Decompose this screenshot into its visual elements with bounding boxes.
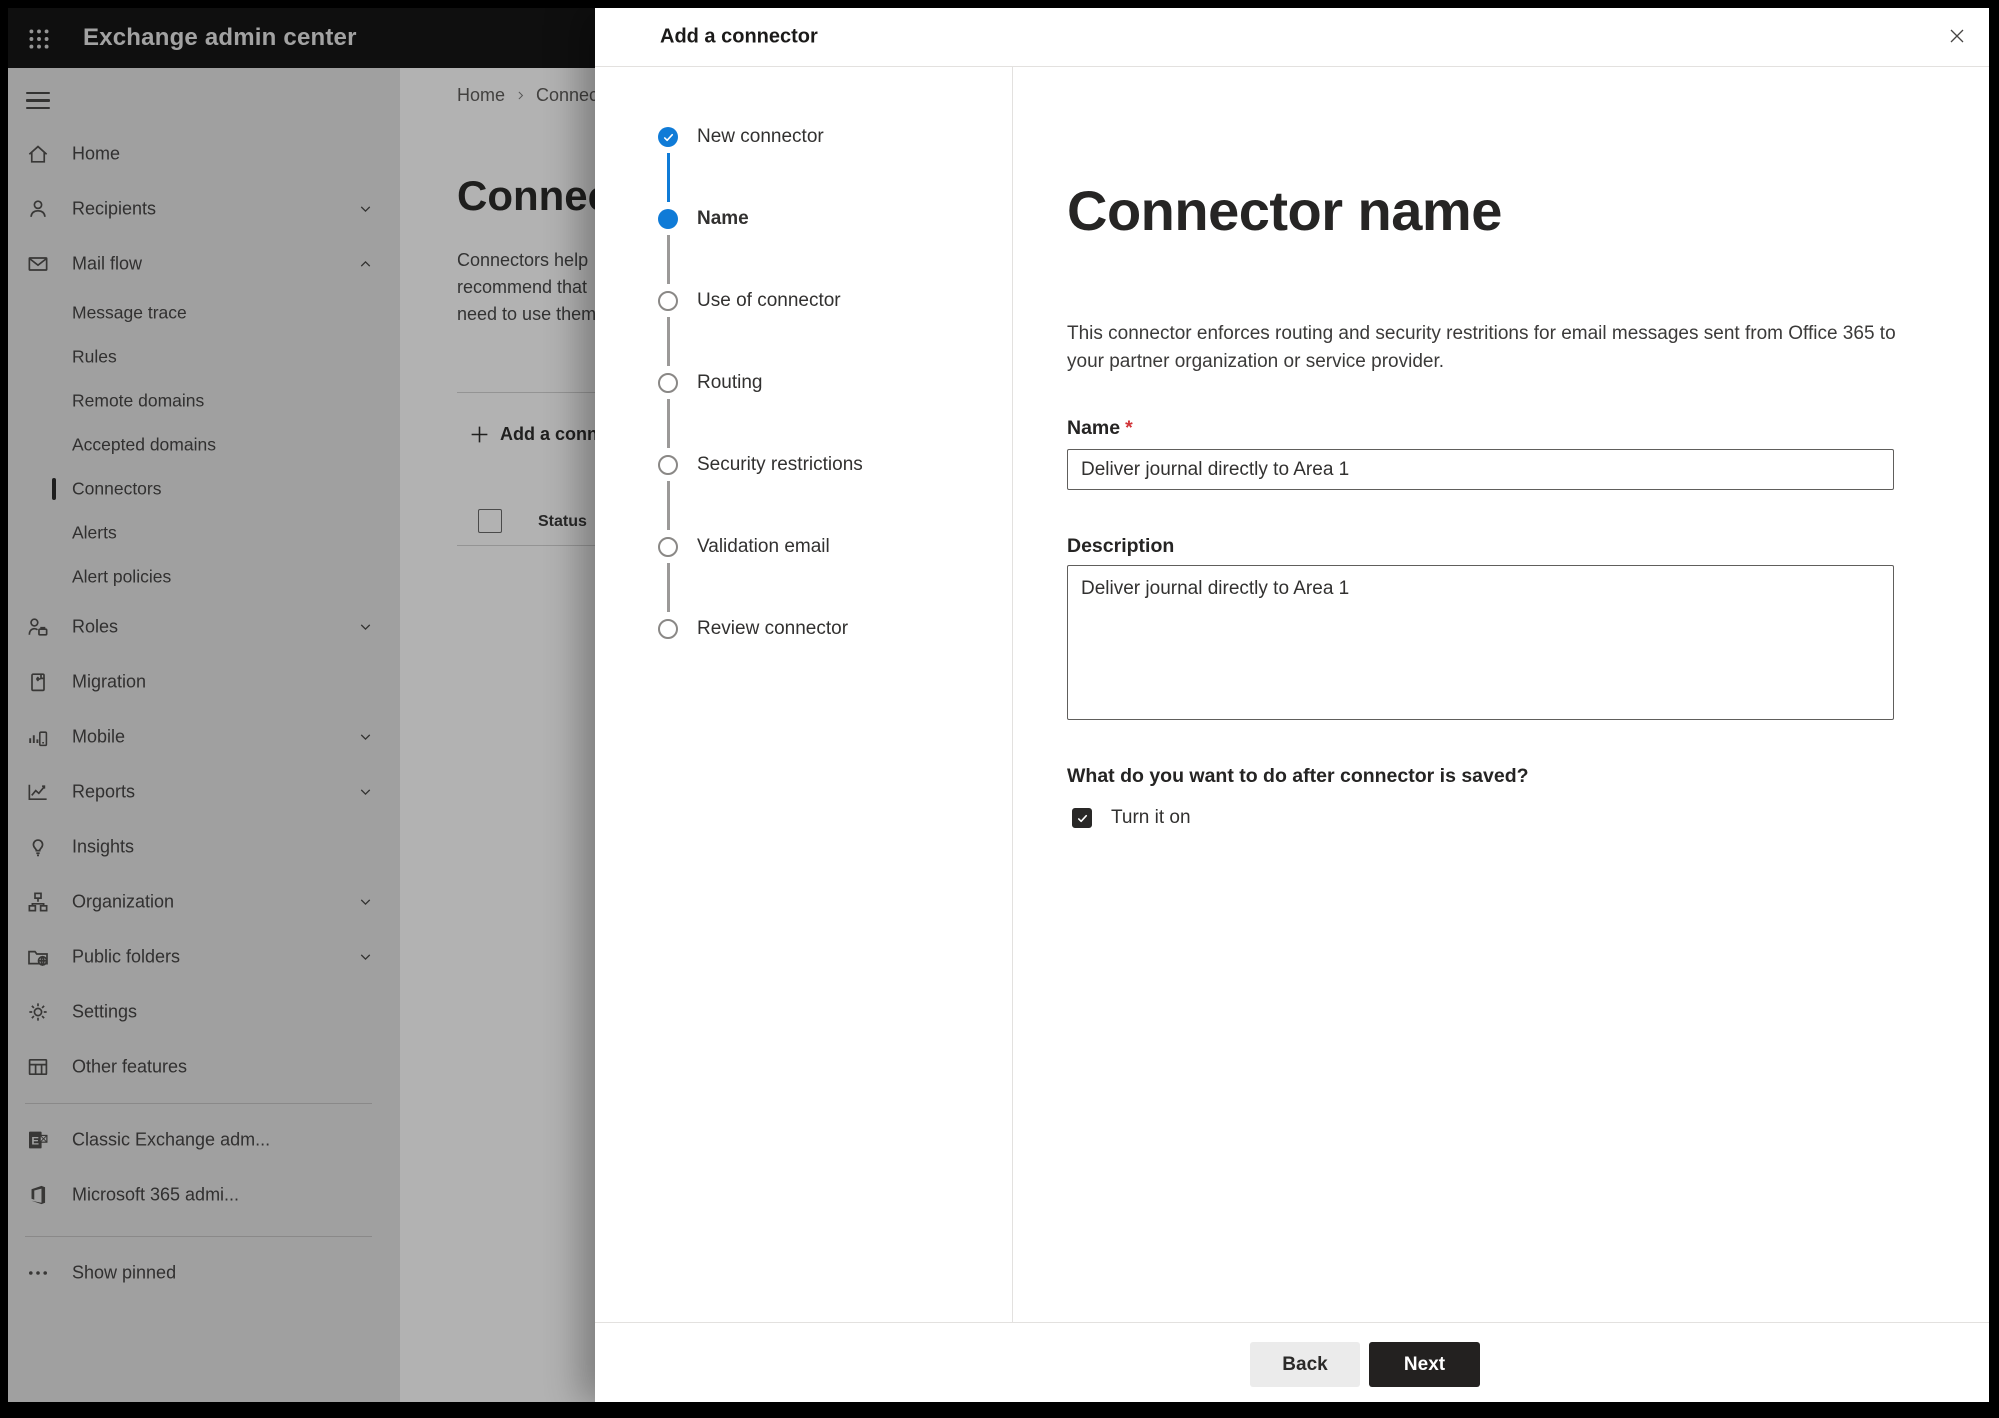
step-connector-line <box>667 399 670 448</box>
turn-it-on-label: Turn it on <box>1111 807 1191 828</box>
check-icon <box>662 131 675 144</box>
step-connector-line <box>667 481 670 530</box>
step-circle <box>658 291 678 311</box>
turn-it-on-row: Turn it on <box>1072 807 1191 829</box>
add-connector-dialog: Add a connector New connector Name Use o… <box>595 8 1989 1402</box>
step-circle <box>658 373 678 393</box>
wizard-step-name[interactable]: Name <box>595 208 1012 291</box>
step-connector-line <box>667 235 670 284</box>
required-marker: * <box>1125 417 1133 439</box>
step-connector-line <box>667 317 670 366</box>
wizard-step-security-restrictions[interactable]: Security restrictions <box>595 454 1012 537</box>
exchange-admin-app: Exchange admin center Home Recipients Ma… <box>8 8 1989 1402</box>
connector-name-input[interactable] <box>1067 449 1894 490</box>
wizard-step-new-connector[interactable]: New connector <box>595 126 1012 209</box>
next-button[interactable]: Next <box>1369 1342 1480 1387</box>
back-button[interactable]: Back <box>1250 1342 1360 1387</box>
step-circle <box>658 209 678 229</box>
wizard-step-routing[interactable]: Routing <box>595 372 1012 455</box>
wizard-step-review-connector[interactable]: Review connector <box>595 618 1012 701</box>
step-connector-line <box>667 153 670 202</box>
wizard-steps: New connector Name Use of connector Rout… <box>595 66 1013 1323</box>
step-circle <box>658 537 678 557</box>
dialog-body: New connector Name Use of connector Rout… <box>595 66 1989 1323</box>
step-circle <box>658 455 678 475</box>
dialog-header: Add a connector <box>595 8 1989 67</box>
check-icon <box>1076 812 1089 825</box>
step-circle <box>658 619 678 639</box>
step-circle <box>658 127 678 147</box>
step-connector-line <box>667 563 670 612</box>
connector-description-textarea[interactable]: Deliver journal directly to Area 1 <box>1067 565 1894 720</box>
wizard-step-validation-email[interactable]: Validation email <box>595 536 1012 619</box>
dialog-footer: Back Next <box>595 1322 1989 1402</box>
description-field-label: Description <box>1067 535 1175 557</box>
dialog-title: Add a connector <box>660 25 818 48</box>
turn-it-on-checkbox[interactable] <box>1072 808 1092 828</box>
close-icon <box>1947 26 1967 46</box>
step-content: Connector name This connector enforces r… <box>1013 66 1989 1323</box>
close-button[interactable] <box>1941 20 1973 52</box>
step-heading: Connector name <box>1067 179 1502 242</box>
wizard-step-use-of-connector[interactable]: Use of connector <box>595 290 1012 373</box>
name-field-label: Name * <box>1067 417 1133 439</box>
step-description: This connector enforces routing and secu… <box>1067 323 1896 372</box>
after-save-question: What do you want to do after connector i… <box>1067 765 1529 787</box>
